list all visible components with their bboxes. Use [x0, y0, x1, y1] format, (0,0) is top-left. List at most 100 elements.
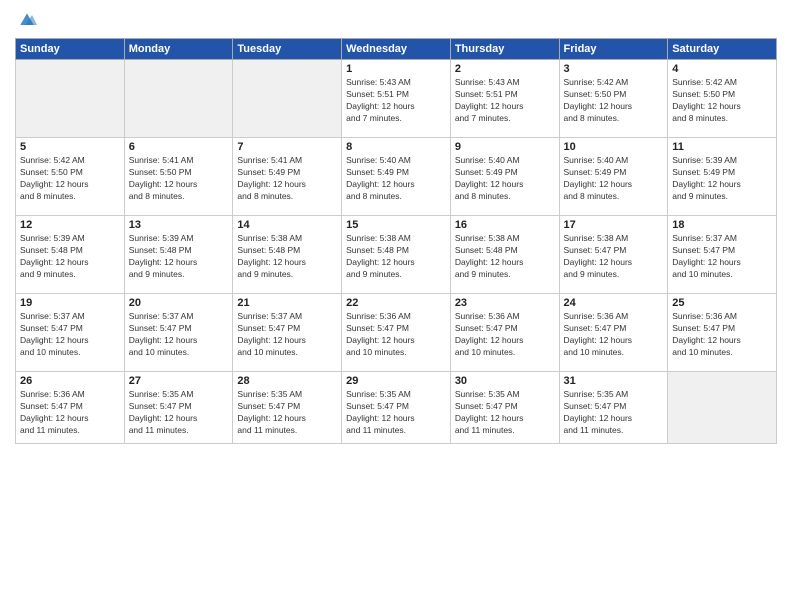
calendar-cell: 1 Sunrise: 5:43 AM Sunset: 5:51 PM Daylig… — [342, 60, 451, 138]
calendar-cell: 27 Sunrise: 5:35 AM Sunset: 5:47 PM Dayli… — [124, 372, 233, 444]
weekday-header-sunday: Sunday — [16, 39, 125, 60]
calendar-cell: 21Sunrise: 5:37 AM Sunset: 5:47 PM Dayli… — [233, 294, 342, 372]
calendar-cell: 9 Sunrise: 5:40 AM Sunset: 5:49 PM Daylig… — [450, 138, 559, 216]
day-number: 9 — [455, 141, 555, 153]
day-number: 5 — [20, 141, 120, 153]
logo — [15, 10, 37, 30]
cell-content: Sunrise: 5:36 AM Sunset: 5:47 PM Dayligh… — [564, 311, 664, 359]
cell-content: Sunrise: 5:39 AM Sunset: 5:48 PM Dayligh… — [20, 233, 120, 281]
calendar-cell: 24Sunrise: 5:36 AM Sunset: 5:47 PM Dayli… — [559, 294, 668, 372]
day-number: 3 — [564, 63, 664, 75]
cell-content: Sunrise: 5:38 AM Sunset: 5:48 PM Dayligh… — [346, 233, 446, 281]
cell-content: Sunrise: 5:42 AM Sunset: 5:50 PM Dayligh… — [672, 77, 772, 125]
day-number: 1 — [346, 63, 446, 75]
day-number: 25 — [672, 297, 772, 309]
calendar-cell: 18Sunrise: 5:37 AM Sunset: 5:47 PM Dayli… — [668, 216, 777, 294]
cell-content: Sunrise: 5:35 AM Sunset: 5:47 PM Dayligh… — [564, 389, 664, 437]
calendar-cell: 25 Sunrise: 5:36 AM Sunset: 5:47 PM Dayli… — [668, 294, 777, 372]
day-number: 7 — [237, 141, 337, 153]
week-row-2: 5Sunrise: 5:42 AM Sunset: 5:50 PM Daylig… — [16, 138, 777, 216]
day-number: 12 — [20, 219, 120, 231]
calendar-cell: 3 Sunrise: 5:42 AM Sunset: 5:50 PM Daylig… — [559, 60, 668, 138]
day-number: 16 — [455, 219, 555, 231]
calendar-cell: 8 Sunrise: 5:40 AM Sunset: 5:49 PM Daylig… — [342, 138, 451, 216]
day-number: 22 — [346, 297, 446, 309]
calendar-cell — [16, 60, 125, 138]
calendar-cell: 14 Sunrise: 5:38 AM Sunset: 5:48 PM Dayli… — [233, 216, 342, 294]
calendar-cell — [124, 60, 233, 138]
cell-content: Sunrise: 5:43 AM Sunset: 5:51 PM Dayligh… — [455, 77, 555, 125]
cell-content: Sunrise: 5:35 AM Sunset: 5:47 PM Dayligh… — [346, 389, 446, 437]
calendar-cell: 4 Sunrise: 5:42 AM Sunset: 5:50 PM Daylig… — [668, 60, 777, 138]
cell-content: Sunrise: 5:41 AM Sunset: 5:50 PM Dayligh… — [129, 155, 229, 203]
cell-content: Sunrise: 5:36 AM Sunset: 5:47 PM Dayligh… — [20, 389, 120, 437]
cell-content: Sunrise: 5:35 AM Sunset: 5:47 PM Dayligh… — [237, 389, 337, 437]
cell-content: Sunrise: 5:40 AM Sunset: 5:49 PM Dayligh… — [564, 155, 664, 203]
calendar-cell: 26 Sunrise: 5:36 AM Sunset: 5:47 PM Dayli… — [16, 372, 125, 444]
calendar-cell: 2 Sunrise: 5:43 AM Sunset: 5:51 PM Daylig… — [450, 60, 559, 138]
calendar-cell: 7 Sunrise: 5:41 AM Sunset: 5:49 PM Daylig… — [233, 138, 342, 216]
calendar-cell: 15 Sunrise: 5:38 AM Sunset: 5:48 PM Dayli… — [342, 216, 451, 294]
calendar-cell — [233, 60, 342, 138]
calendar-cell: 16 Sunrise: 5:38 AM Sunset: 5:48 PM Dayli… — [450, 216, 559, 294]
calendar-cell: 19 Sunrise: 5:37 AM Sunset: 5:47 PM Dayli… — [16, 294, 125, 372]
day-number: 15 — [346, 219, 446, 231]
calendar-cell: 31 Sunrise: 5:35 AM Sunset: 5:47 PM Dayli… — [559, 372, 668, 444]
cell-content: Sunrise: 5:37 AM Sunset: 5:47 PM Dayligh… — [20, 311, 120, 359]
cell-content: Sunrise: 5:36 AM Sunset: 5:47 PM Dayligh… — [672, 311, 772, 359]
day-number: 28 — [237, 375, 337, 387]
calendar-cell — [668, 372, 777, 444]
calendar-table: SundayMondayTuesdayWednesdayThursdayFrid… — [15, 38, 777, 444]
day-number: 29 — [346, 375, 446, 387]
calendar-cell: 28 Sunrise: 5:35 AM Sunset: 5:47 PM Dayli… — [233, 372, 342, 444]
weekday-header-wednesday: Wednesday — [342, 39, 451, 60]
day-number: 2 — [455, 63, 555, 75]
day-number: 31 — [564, 375, 664, 387]
cell-content: Sunrise: 5:43 AM Sunset: 5:51 PM Dayligh… — [346, 77, 446, 125]
day-number: 19 — [20, 297, 120, 309]
weekday-header-monday: Monday — [124, 39, 233, 60]
cell-content: Sunrise: 5:42 AM Sunset: 5:50 PM Dayligh… — [564, 77, 664, 125]
day-number: 13 — [129, 219, 229, 231]
cell-content: Sunrise: 5:39 AM Sunset: 5:48 PM Dayligh… — [129, 233, 229, 281]
day-number: 18 — [672, 219, 772, 231]
calendar-cell: 12 Sunrise: 5:39 AM Sunset: 5:48 PM Dayli… — [16, 216, 125, 294]
calendar-cell: 29 Sunrise: 5:35 AM Sunset: 5:47 PM Dayli… — [342, 372, 451, 444]
cell-content: Sunrise: 5:40 AM Sunset: 5:49 PM Dayligh… — [346, 155, 446, 203]
calendar-cell: 22 Sunrise: 5:36 AM Sunset: 5:47 PM Dayli… — [342, 294, 451, 372]
cell-content: Sunrise: 5:41 AM Sunset: 5:49 PM Dayligh… — [237, 155, 337, 203]
cell-content: Sunrise: 5:38 AM Sunset: 5:48 PM Dayligh… — [237, 233, 337, 281]
weekday-header-tuesday: Tuesday — [233, 39, 342, 60]
calendar-cell: 11Sunrise: 5:39 AM Sunset: 5:49 PM Dayli… — [668, 138, 777, 216]
day-number: 26 — [20, 375, 120, 387]
day-number: 14 — [237, 219, 337, 231]
cell-content: Sunrise: 5:40 AM Sunset: 5:49 PM Dayligh… — [455, 155, 555, 203]
day-number: 4 — [672, 63, 772, 75]
calendar-cell: 6 Sunrise: 5:41 AM Sunset: 5:50 PM Daylig… — [124, 138, 233, 216]
day-number: 20 — [129, 297, 229, 309]
cell-content: Sunrise: 5:35 AM Sunset: 5:47 PM Dayligh… — [129, 389, 229, 437]
page: SundayMondayTuesdayWednesdayThursdayFrid… — [0, 0, 792, 612]
day-number: 11 — [672, 141, 772, 153]
weekday-header-thursday: Thursday — [450, 39, 559, 60]
cell-content: Sunrise: 5:36 AM Sunset: 5:47 PM Dayligh… — [455, 311, 555, 359]
weekday-header-row: SundayMondayTuesdayWednesdayThursdayFrid… — [16, 39, 777, 60]
weekday-header-saturday: Saturday — [668, 39, 777, 60]
day-number: 23 — [455, 297, 555, 309]
day-number: 17 — [564, 219, 664, 231]
cell-content: Sunrise: 5:36 AM Sunset: 5:47 PM Dayligh… — [346, 311, 446, 359]
cell-content: Sunrise: 5:38 AM Sunset: 5:47 PM Dayligh… — [564, 233, 664, 281]
calendar-cell: 13 Sunrise: 5:39 AM Sunset: 5:48 PM Dayli… — [124, 216, 233, 294]
calendar-cell: 5Sunrise: 5:42 AM Sunset: 5:50 PM Daylig… — [16, 138, 125, 216]
day-number: 27 — [129, 375, 229, 387]
day-number: 6 — [129, 141, 229, 153]
cell-content: Sunrise: 5:37 AM Sunset: 5:47 PM Dayligh… — [237, 311, 337, 359]
cell-content: Sunrise: 5:35 AM Sunset: 5:47 PM Dayligh… — [455, 389, 555, 437]
week-row-3: 12 Sunrise: 5:39 AM Sunset: 5:48 PM Dayli… — [16, 216, 777, 294]
day-number: 8 — [346, 141, 446, 153]
logo-icon — [17, 10, 37, 30]
calendar-cell: 17 Sunrise: 5:38 AM Sunset: 5:47 PM Dayli… — [559, 216, 668, 294]
week-row-1: 1 Sunrise: 5:43 AM Sunset: 5:51 PM Daylig… — [16, 60, 777, 138]
cell-content: Sunrise: 5:38 AM Sunset: 5:48 PM Dayligh… — [455, 233, 555, 281]
day-number: 30 — [455, 375, 555, 387]
